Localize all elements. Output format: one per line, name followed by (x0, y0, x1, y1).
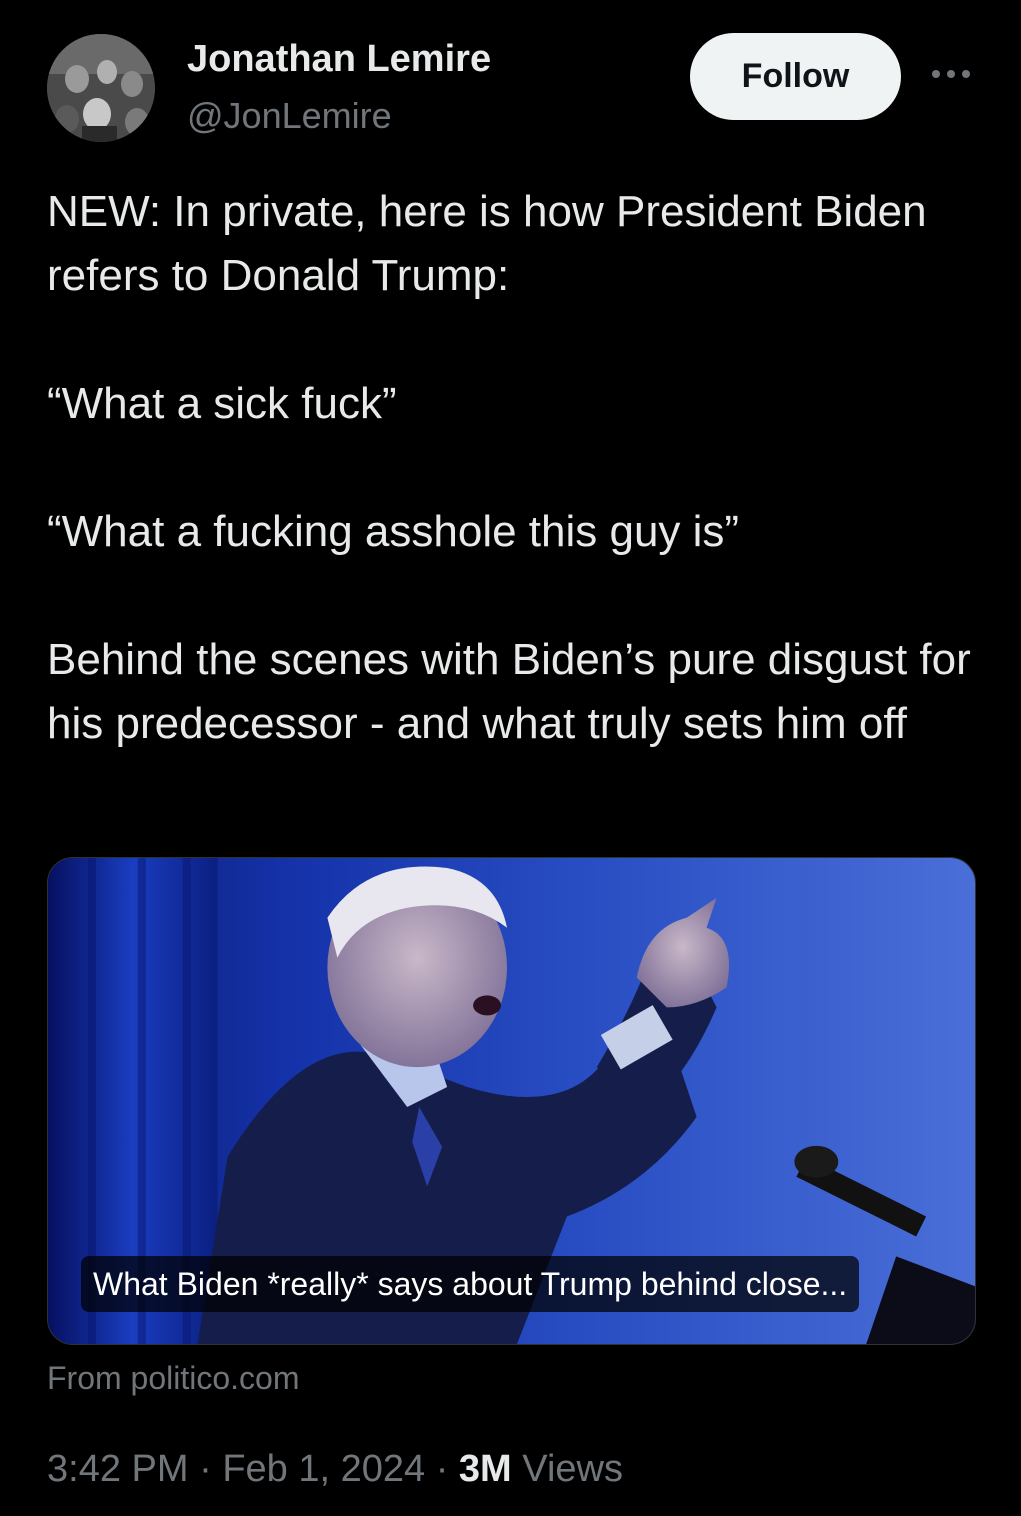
author-avatar[interactable] (47, 34, 155, 142)
tweet-paragraph: Behind the scenes with Biden’s pure disg… (47, 635, 971, 748)
card-source-link[interactable]: From politico.com (47, 1360, 300, 1397)
meta-separator: · (435, 1448, 449, 1490)
tweet-paragraph: NEW: In private, here is how President B… (47, 187, 927, 300)
tweet-paragraph: “What a fucking asshole this guy is” (47, 507, 740, 556)
tweet: Jonathan Lemire @JonLemire Follow NEW: I… (0, 0, 1021, 1516)
card-title[interactable]: What Biden *really* says about Trump beh… (81, 1256, 860, 1312)
tweet-time[interactable]: 3:42 PM (47, 1448, 189, 1490)
tweet-date[interactable]: Feb 1, 2024 (222, 1448, 425, 1490)
tweet-paragraph: “What a sick fuck” (47, 379, 397, 428)
follow-button[interactable]: Follow (690, 33, 901, 120)
avatar-image (47, 34, 155, 142)
tweet-text: NEW: In private, here is how President B… (47, 180, 977, 756)
more-horizontal-icon[interactable] (930, 64, 972, 84)
views-count[interactable]: 3M (459, 1448, 512, 1490)
author-name[interactable]: Jonathan Lemire (187, 38, 491, 81)
meta-separator: · (199, 1448, 212, 1490)
views-label: Views (522, 1448, 623, 1490)
author-handle[interactable]: @JonLemire (187, 95, 392, 137)
tweet-meta: 3:42 PM · Feb 1, 2024 · 3M Views (47, 1448, 623, 1491)
link-preview-card[interactable]: What Biden *really* says about Trump beh… (47, 857, 976, 1345)
